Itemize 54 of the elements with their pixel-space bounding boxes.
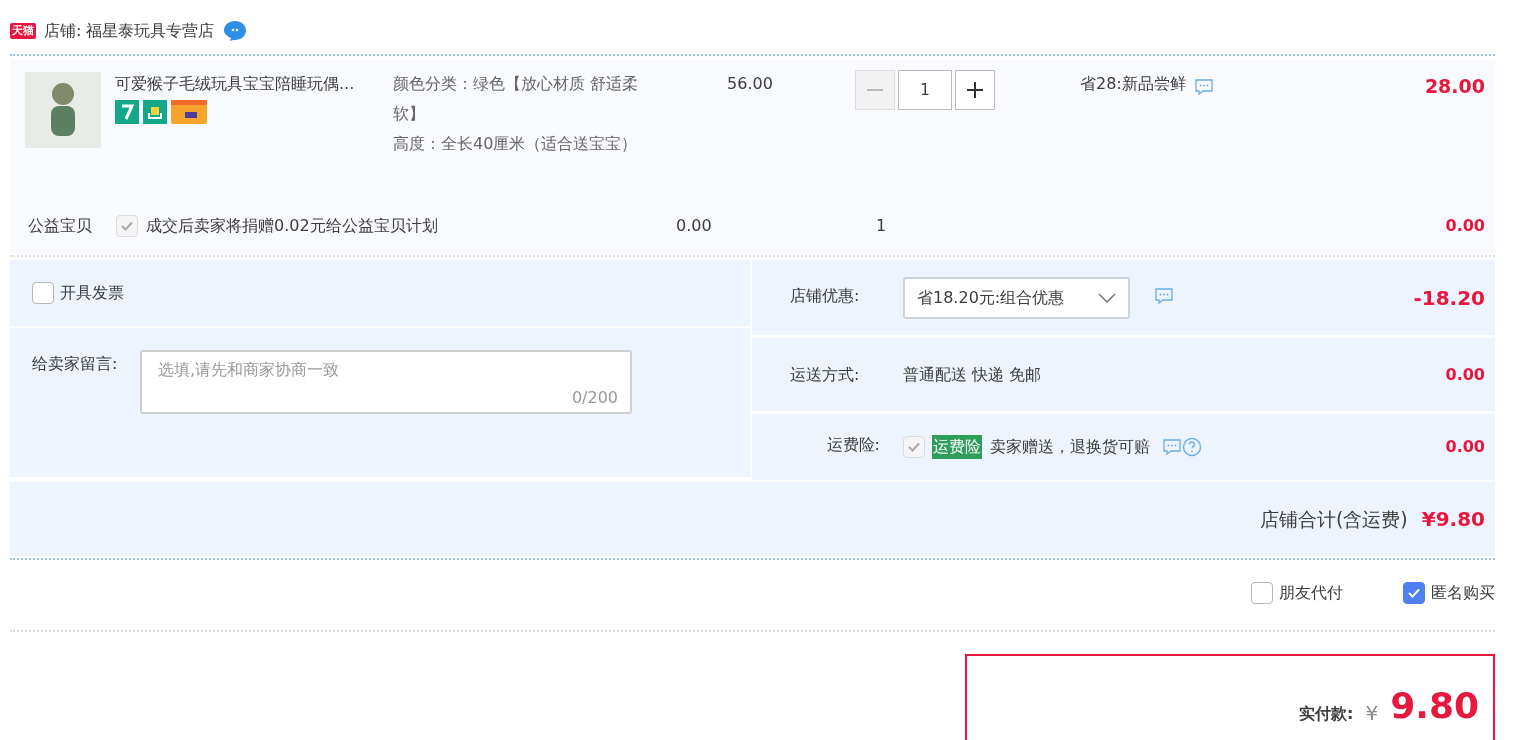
payment-amount: 9.80 [1390, 684, 1479, 728]
charity-quantity: 1 [876, 215, 888, 237]
chevron-down-icon [1098, 292, 1116, 303]
invoice-label[interactable]: 开具发票 [60, 281, 124, 305]
chat-icon[interactable] [1193, 78, 1214, 96]
shopping-bag-icon [143, 100, 167, 124]
card-icon [171, 100, 207, 124]
checkmark-icon [120, 219, 134, 233]
chat-icon[interactable] [1162, 438, 1182, 456]
product-title[interactable]: 可爱猴子毛绒玩具宝宝陪睡玩偶... [115, 72, 393, 96]
increase-button[interactable] [955, 70, 995, 110]
checkmark-icon [1407, 586, 1421, 600]
option-label[interactable]: 朋友代付 [1279, 581, 1343, 605]
charity-note: 成交后卖家将捐赠0.02元给公益宝贝计划 [146, 215, 439, 237]
message-field[interactable]: 选填,请先和商家协商一致 [158, 358, 614, 382]
store-name[interactable]: 店铺: 福星泰玩具专营店 [44, 19, 215, 43]
currency-symbol: ¥ [1365, 700, 1379, 727]
checkbox[interactable] [32, 282, 54, 304]
promotion-label: 省28:新品尝鲜 [1080, 73, 1186, 95]
message-label: 给卖家留言: [32, 353, 119, 375]
discount-label: 店铺优惠: [790, 284, 861, 307]
checkbox[interactable] [1403, 582, 1425, 604]
store-total-label: 店铺合计(含运费) [1259, 506, 1408, 532]
insurance-tag: 运费险 [932, 435, 982, 459]
charity-price: 0.00 [676, 215, 713, 237]
item-subtotal: 28.00 [1424, 75, 1485, 97]
shipping-label: 运送方式: [790, 363, 861, 386]
discount-amount: -18.20 [1413, 285, 1485, 310]
minus-icon [867, 89, 883, 91]
option-label[interactable]: 匿名购买 [1431, 581, 1495, 605]
checkbox[interactable] [1251, 582, 1273, 604]
charity-subtotal: 0.00 [1445, 216, 1485, 235]
payment-label: 实付款: [1299, 703, 1354, 725]
character-counter: 0/200 [571, 387, 618, 409]
checkmark-icon [907, 440, 921, 454]
mall-logo: 天猫 [10, 23, 36, 39]
shipping-fee: 0.00 [1445, 364, 1485, 384]
unit-price: 56.00 [727, 74, 773, 93]
plus-icon [966, 81, 984, 99]
discount-select[interactable]: 省18.20元:组合优惠 [903, 276, 1130, 319]
decrease-button[interactable] [855, 70, 895, 110]
insurance-note: 卖家赠送，退换货可赔 [990, 436, 1150, 458]
chat-icon[interactable] [1154, 286, 1174, 305]
insurance-label: 运费险: [825, 434, 881, 456]
store-total-amount: ¥9.80 [1421, 506, 1485, 533]
charity-label: 公益宝贝 [28, 215, 93, 237]
chat-bubble-icon[interactable] [222, 19, 249, 43]
seven-day-return-icon [115, 100, 139, 124]
insurance-fee: 0.00 [1445, 437, 1485, 456]
help-icon[interactable] [1182, 437, 1202, 457]
shipping-method: 普通配送 快递 免邮 [903, 363, 1042, 386]
sku-attribute: 高度：全长40厘米（适合送宝宝） [393, 133, 639, 155]
quantity-field[interactable]: 1 [898, 70, 952, 110]
sku-attribute: 颜色分类：绿色【放心材质 舒适柔软】 [393, 73, 640, 125]
